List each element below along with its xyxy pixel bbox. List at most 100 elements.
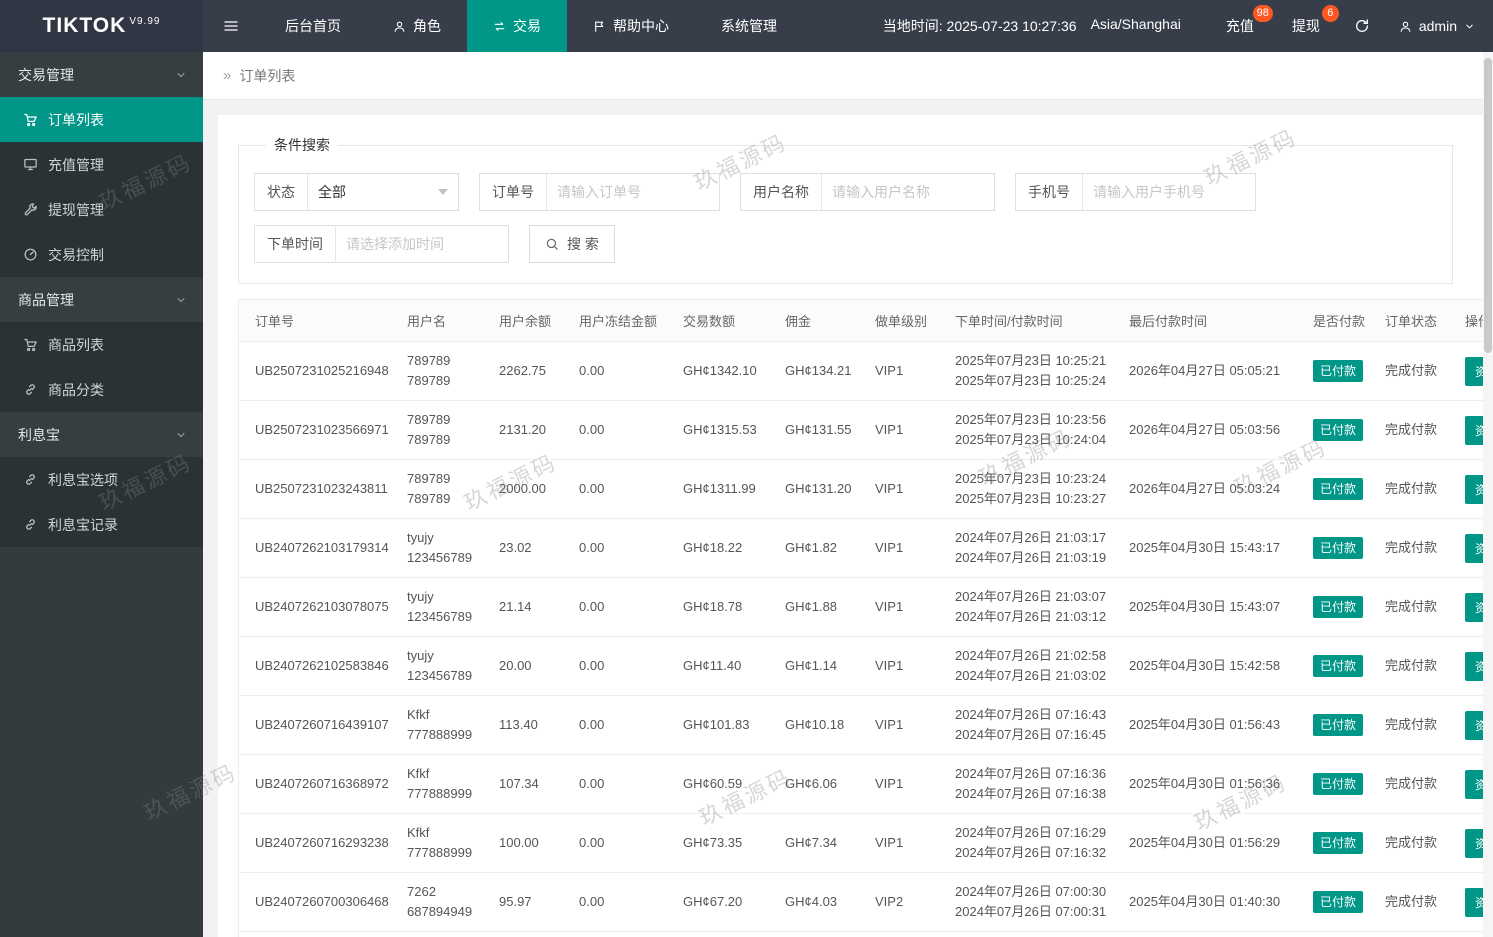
top-nav-roles[interactable]: 角色: [367, 0, 467, 52]
scrollbar-thumb[interactable]: [1484, 58, 1492, 353]
phone-filter-group: 手机号: [1015, 173, 1256, 211]
person-icon: [393, 20, 406, 33]
sidebar-item-interest-records[interactable]: 利息宝记录: [0, 502, 203, 547]
sidebar-group-label: 利息宝: [18, 426, 60, 443]
funds-button[interactable]: 资金: [1465, 828, 1483, 858]
funds-button[interactable]: 资金: [1465, 710, 1483, 740]
phone-filter-label: 手机号: [1016, 174, 1083, 210]
status-select[interactable]: 全部: [308, 174, 458, 210]
pay-time-text: 2024年07月26日 21:03:19: [955, 550, 1107, 565]
funds-button[interactable]: 资金: [1465, 887, 1483, 917]
order-status-cell: 完成付款: [1377, 872, 1457, 932]
user-id-text: 789789: [407, 432, 451, 447]
order-table-wrap: 订单号 用户名 用户余额 用户冻结金额 交易数额 佣金 做单级别 下单时间/付款时间 最后付款时…: [238, 299, 1483, 937]
sidebar-item-product-list[interactable]: 商品列表: [0, 322, 203, 367]
order-time-text: 2024年07月26日 07:16:36: [955, 766, 1107, 781]
order-no-cell: UB2407260716439107: [239, 695, 399, 755]
timezone-text: Asia/Shanghai: [1090, 16, 1181, 32]
paid-status-badge: 已付款: [1313, 655, 1364, 677]
user-id-text: 789789: [407, 491, 451, 506]
column-header: 用户冻结金额: [571, 300, 675, 342]
funds-button[interactable]: 资金: [1465, 356, 1483, 386]
order-no-cell: UB2507231023566971: [239, 400, 399, 460]
sidebar-group-interest-treasure[interactable]: 利息宝: [0, 412, 203, 457]
username-cell: tyujy 123456789: [399, 636, 491, 696]
sidebar-item-order-list[interactable]: 订单列表: [0, 97, 203, 142]
top-nav-help-center[interactable]: 帮助中心: [567, 0, 695, 52]
column-header: 最后付款时间: [1121, 300, 1305, 342]
table-row: UB2407260700306468 7262 687894949 95.97 …: [239, 872, 1483, 932]
top-nav-label: 后台首页: [285, 18, 341, 34]
order-time-text: 2024年07月26日 07:16:43: [955, 707, 1107, 722]
sidebar-item-withdraw-management[interactable]: 提现管理: [0, 187, 203, 232]
sidebar-item-trade-control[interactable]: 交易控制: [0, 232, 203, 277]
funds-button[interactable]: 资金: [1465, 533, 1483, 563]
action-cell: 资金: [1457, 341, 1483, 401]
top-nav-system-management[interactable]: 系统管理: [695, 0, 803, 52]
balance-cell: 2000.00: [491, 459, 571, 519]
pay-time-text: 2024年07月26日 07:16:45: [955, 727, 1107, 742]
frozen-cell: 0.00: [571, 872, 675, 932]
table-row: UB2507231025216948 789789 789789 2262.75…: [239, 341, 1483, 401]
commission-cell: GH¢134.21: [777, 341, 867, 401]
order-time-input[interactable]: [336, 226, 508, 262]
username-cell: tyujy 123456789: [399, 518, 491, 578]
refresh-button[interactable]: [1339, 0, 1385, 52]
chevron-down-icon: [175, 429, 187, 441]
order-time-cell: 2024年07月26日 21:03:07 2024年07月26日 21:03:1…: [947, 577, 1121, 637]
sidebar-item-interest-options[interactable]: 利息宝选项: [0, 457, 203, 502]
commission-cell: GH¢7.34: [777, 813, 867, 873]
top-nav-trade[interactable]: 交易: [467, 0, 567, 52]
username-input[interactable]: [822, 174, 994, 210]
funds-button[interactable]: 资金: [1465, 415, 1483, 445]
funds-button[interactable]: 资金: [1465, 592, 1483, 622]
paid-cell: 已付款: [1305, 695, 1377, 755]
order-time-cell: 2024年07月26日 07:00:30 2024年07月26日 07:00:3…: [947, 872, 1121, 932]
order-status-cell: 完成付款: [1377, 459, 1457, 519]
frozen-cell: 0.00: [571, 754, 675, 814]
funds-button[interactable]: 资金: [1465, 474, 1483, 504]
order-no-cell: UB2407262103179314: [239, 518, 399, 578]
order-no-input[interactable]: [547, 174, 719, 210]
table-row: UB2407262103179314 tyujy 123456789 23.02…: [239, 518, 1483, 578]
status-filter-group: 状态 全部: [254, 173, 459, 211]
order-time-text: 2025年07月23日 10:23:24: [955, 471, 1107, 486]
top-nav-label: 帮助中心: [613, 18, 669, 34]
top-nav-home[interactable]: 后台首页: [259, 0, 367, 52]
user-id-text: 789789: [407, 373, 451, 388]
order-time-cell: 2025年07月23日 10:23:56 2025年07月23日 10:24:0…: [947, 400, 1121, 460]
order-time-text: 2024年07月26日 21:02:58: [955, 648, 1107, 663]
sidebar-group-label: 交易管理: [18, 66, 74, 83]
pay-time-text: 2024年07月26日 21:03:02: [955, 668, 1107, 683]
column-header: 下单时间/付款时间: [947, 300, 1121, 342]
last-pay-time-cell: 2025年04月30日 15:42:58: [1121, 636, 1305, 696]
link-icon: [23, 382, 38, 397]
sidebar-item-label: 商品分类: [48, 381, 104, 398]
last-pay-time-cell: 2026年04月27日 05:03:24: [1121, 459, 1305, 519]
commission-cell: GH¢1.82: [777, 518, 867, 578]
admin-menu[interactable]: admin: [1385, 0, 1493, 52]
recharge-button[interactable]: 充值 98: [1207, 0, 1273, 52]
username-cell: Kfkf 777888999: [399, 695, 491, 755]
order-status-cell: 完成付款: [1377, 341, 1457, 401]
search-button[interactable]: 搜 索: [529, 225, 615, 263]
sidebar-toggle-button[interactable]: [203, 0, 259, 52]
withdraw-button[interactable]: 提现 6: [1273, 0, 1339, 52]
level-cell: VIP1: [867, 695, 947, 755]
level-cell: VIP1: [867, 754, 947, 814]
order-no-cell: UB2507231025216948: [239, 341, 399, 401]
username-cell: 789789 789789: [399, 400, 491, 460]
funds-button[interactable]: 资金: [1465, 769, 1483, 799]
funds-button[interactable]: 资金: [1465, 651, 1483, 681]
sidebar-group-trade-management[interactable]: 交易管理: [0, 52, 203, 97]
column-header: 订单号: [239, 300, 399, 342]
paid-status-badge: 已付款: [1313, 478, 1364, 500]
username-text: 789789: [407, 353, 451, 368]
sidebar-item-product-category[interactable]: 商品分类: [0, 367, 203, 412]
level-cell: VIP1: [867, 518, 947, 578]
phone-input[interactable]: [1083, 174, 1255, 210]
sidebar-group-product-management[interactable]: 商品管理: [0, 277, 203, 322]
top-nav: 后台首页 角色 交易 帮助中心 系统管理: [259, 0, 803, 52]
action-cell: 资金: [1457, 400, 1483, 460]
sidebar-item-recharge-management[interactable]: 充值管理: [0, 142, 203, 187]
